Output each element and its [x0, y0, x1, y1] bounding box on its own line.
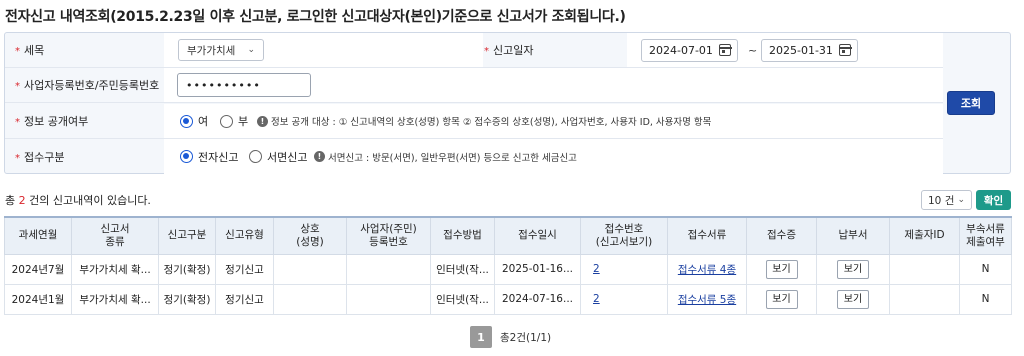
col-submitter: 제출자ID	[889, 216, 960, 255]
calendar-icon[interactable]	[718, 44, 732, 56]
info-icon: !	[257, 115, 268, 127]
col-method: 접수방법	[430, 216, 495, 255]
name-cell	[273, 283, 347, 315]
docs-link[interactable]: 접수서류 5종	[667, 283, 747, 315]
date-to-input[interactable]: 2025-01-31	[761, 38, 858, 62]
receipt-paper-radio[interactable]	[249, 150, 262, 163]
chevron-down-icon: ⌄	[957, 195, 965, 205]
receipt-view-button[interactable]: 보기	[765, 259, 798, 279]
col-receipt: 접수증	[746, 216, 817, 255]
report-date-label: * 신고일자	[484, 44, 534, 57]
col-category: 신고구분	[158, 216, 216, 255]
result-count: 총 2 건의 신고내역이 있습니다.	[5, 194, 151, 207]
col-receipt-no: 접수번호 (신고서보기)	[580, 216, 668, 255]
col-name: 상호 (성명)	[273, 216, 347, 255]
disclosure-label: * 정보 공개여부	[15, 115, 89, 128]
receipt-electronic-radio[interactable]	[180, 150, 193, 163]
disclosure-note: 정보 공개 대상 : ① 신고내역의 상호(성명) 항목 ② 접수증의 상호(성…	[271, 117, 712, 128]
receipt-type-label: * 접수구분	[15, 150, 65, 164]
bizno-cell	[346, 283, 431, 315]
col-form: 신고서 종류	[71, 216, 159, 255]
date-from-input[interactable]: 2024-07-01	[641, 38, 738, 62]
payment-view-button[interactable]: 보기	[837, 259, 869, 279]
receipt-type-note: 서면신고 : 방문(서면), 일반우편(서면) 등으로 신고한 세금신고	[328, 152, 577, 164]
col-bizno: 사업자(주민) 등록번호	[346, 216, 431, 255]
search-button[interactable]: 조회	[947, 91, 995, 115]
disclosure-yes-radio[interactable]	[180, 114, 193, 128]
required-mark: *	[15, 46, 20, 57]
biz-no-input[interactable]: ••••••••••	[177, 73, 311, 97]
tax-type-cell: 부가가치세 ⌄	[164, 33, 483, 67]
disclosure-cell: 여 부 ! 정보 공개 대상 : ① 신고내역의 상호(성명) 항목 ② 접수증…	[164, 104, 943, 138]
disclosure-yes-label: 여	[198, 115, 209, 128]
col-type: 신고유형	[215, 216, 274, 255]
row-receipt-type: * 접수구분 전자신고 서면신고 ! 서면신고 : 방문(서면), 일반우편(서면…	[5, 139, 943, 174]
result-table: 과세연월 신고서 종류 신고구분 신고유형 상호 (성명) 사업자(주민) 등록번호 …	[4, 216, 1012, 315]
row-biz-no: * 사업자등록번호/주민등록번호 ••••••••••	[5, 68, 943, 103]
receipt-no-link[interactable]: 2	[580, 283, 668, 315]
disclosure-no-label: 부	[238, 115, 249, 128]
receipt-view-button[interactable]: 보기	[765, 289, 798, 309]
submitter-cell	[889, 253, 960, 285]
chevron-down-icon: ⌄	[247, 45, 255, 55]
page-title: 전자신고 내역조회(2015.2.23일 이후 신고분, 로그인한 신고대상자(…	[5, 9, 626, 25]
search-panel: * 세목 부가가치세 ⌄ * 신고일자 2024-07-01 ~ 2025-01-3…	[4, 32, 1011, 174]
page-current-button[interactable]: 1	[470, 326, 492, 348]
result-count-number: 2	[18, 194, 26, 207]
payment-view-button[interactable]: 보기	[837, 289, 869, 309]
disclosure-no-radio[interactable]	[220, 114, 233, 128]
row-disclosure: * 정보 공개여부 여 부 ! 정보 공개 대상 : ① 신고내역의 상호(성명)…	[5, 104, 943, 139]
table-row: 2024년1월 부가가치세 확... 정기(확정) 정기신고 인터넷(작... …	[4, 283, 1012, 315]
tax-type-select[interactable]: 부가가치세 ⌄	[178, 39, 264, 61]
tax-type-label: * 세목	[15, 44, 45, 57]
bizno-cell	[346, 253, 431, 285]
biz-no-label: * 사업자등록번호/주민등록번호	[15, 79, 160, 92]
receipt-type-cell: 전자신고 서면신고 ! 서면신고 : 방문(서면), 일반우편(서면) 등으로 …	[164, 139, 943, 174]
col-docs: 접수서류	[667, 216, 747, 255]
tax-type-value: 부가가치세	[187, 44, 236, 57]
col-period: 과세연월	[4, 216, 72, 255]
col-payment: 납부서	[816, 216, 890, 255]
row-tax-type: * 세목 부가가치세 ⌄ * 신고일자 2024-07-01 ~ 2025-01-3…	[5, 33, 943, 68]
calendar-icon[interactable]	[838, 44, 852, 56]
receipt-electronic-label: 전자신고	[198, 150, 239, 164]
info-icon: !	[314, 151, 325, 162]
docs-link[interactable]: 접수서류 4종	[667, 253, 747, 285]
col-attached: 부속서류 제출여부	[959, 216, 1012, 255]
biz-no-cell: ••••••••••	[164, 68, 943, 102]
pagination: 1 총2건(1/1)	[470, 326, 551, 348]
submitter-cell	[889, 283, 960, 315]
report-date-cell: 2024-07-01 ~ 2025-01-31	[627, 33, 943, 67]
col-datetime: 접수일시	[494, 216, 581, 255]
date-separator: ~	[748, 43, 758, 57]
table-row: 2024년7월 부가가치세 확... 정기(확정) 정기신고 인터넷(작... …	[4, 253, 1012, 285]
name-cell	[273, 253, 347, 285]
receipt-paper-label: 서면신고	[267, 150, 308, 164]
page-total: 총2건(1/1)	[500, 331, 552, 344]
receipt-no-link[interactable]: 2	[580, 253, 668, 285]
confirm-button[interactable]: 확인	[976, 190, 1011, 210]
table-header-row: 과세연월 신고서 종류 신고구분 신고유형 상호 (성명) 사업자(주민) 등록번호 …	[4, 216, 1012, 255]
page-size-select[interactable]: 10 건 ⌄	[921, 190, 972, 210]
